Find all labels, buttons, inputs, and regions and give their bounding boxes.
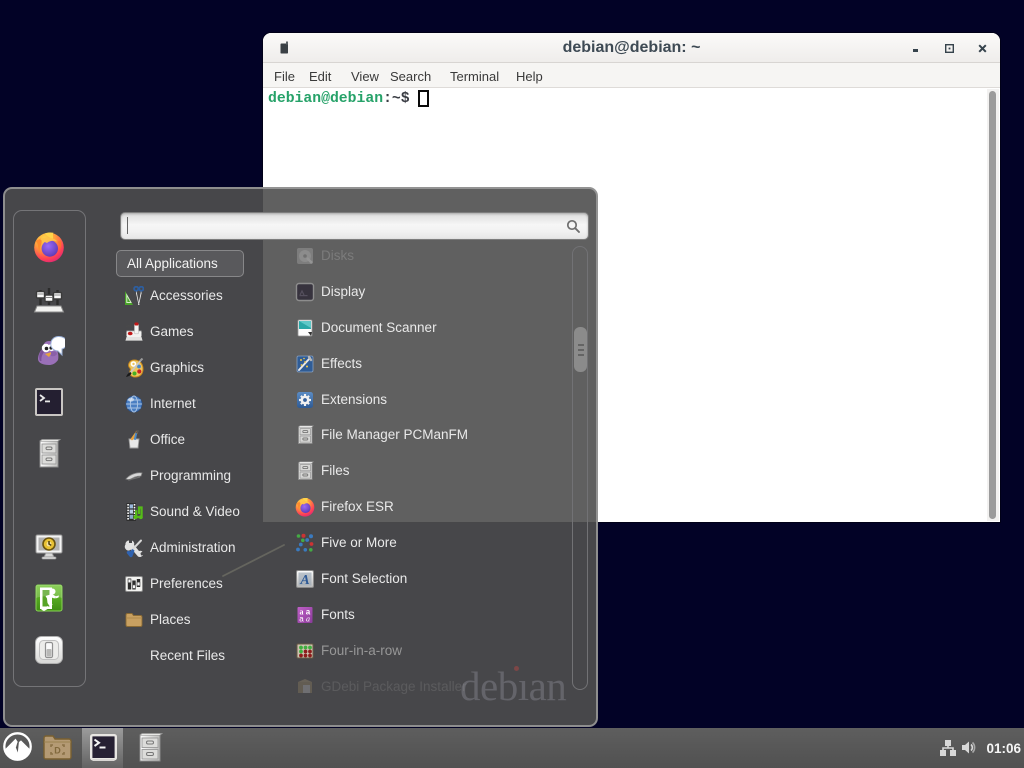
svg-text:D: D (54, 746, 61, 756)
svg-text:A: A (299, 573, 309, 588)
svg-text:a: a (299, 615, 304, 624)
svg-text:a: a (306, 615, 310, 624)
